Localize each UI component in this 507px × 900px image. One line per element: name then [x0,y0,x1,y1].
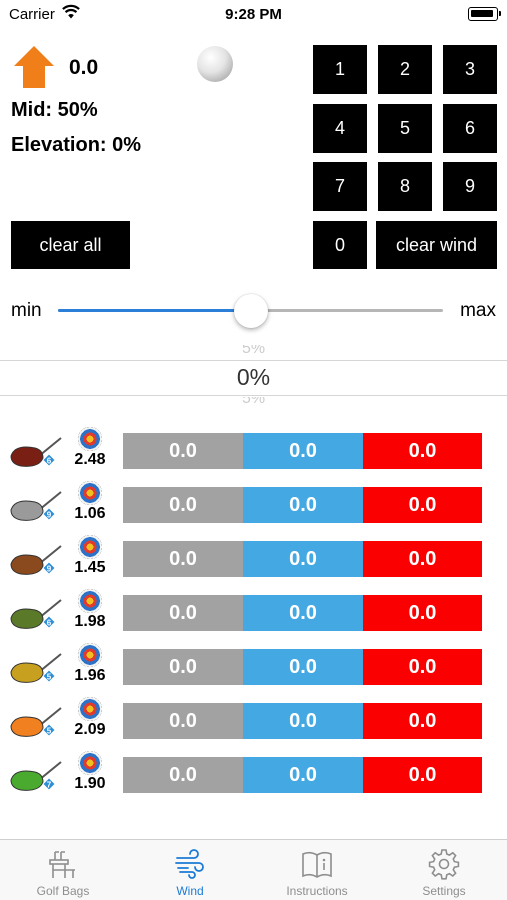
club-badge: 6 [47,619,52,628]
club-row[interactable]: 5 1.96 0.0 0.0 0.0 [0,643,507,688]
elevation-label: Elevation: 0% [11,134,142,156]
slider-min-label: min [11,300,42,321]
target-icon [78,481,102,505]
keypad-0-button[interactable]: 0 [313,221,367,269]
keypad-1-button[interactable]: 1 [313,45,367,94]
club-cell-blue[interactable]: 0.0 [243,541,363,577]
keypad-2-button[interactable]: 2 [378,45,432,94]
target-icon [78,697,102,721]
club-value: 2.09 [74,721,106,738]
picker-divider-bottom [0,395,507,396]
tab-instructions-label: Instructions [286,884,348,898]
clear-wind-button[interactable]: clear wind [376,221,497,269]
club-value: 1.90 [74,775,106,792]
book-icon [302,851,332,878]
battery-icon [468,7,501,21]
club-row[interactable]: 9 1.06 0.0 0.0 0.0 [0,481,507,526]
picker-selected-value[interactable]: 0% [0,364,507,391]
picker-option-above[interactable]: 5% [0,345,507,357]
keypad-6-button[interactable]: 6 [443,104,497,153]
target-icon [78,427,102,451]
iron-club-icon[interactable]: 6 [9,598,65,634]
keypad-9-button[interactable]: 9 [443,162,497,211]
tab-wind-label: Wind [176,884,204,898]
tab-instructions[interactable]: Instructions [254,840,380,900]
slider-fill [58,309,251,312]
club-cell-red[interactable]: 0.0 [363,757,482,793]
club-cell-red[interactable]: 0.0 [363,649,482,685]
club-cell-red[interactable]: 0.0 [363,703,482,739]
keypad-5-button[interactable]: 5 [378,104,432,153]
club-cell-red[interactable]: 0.0 [363,595,482,631]
target-icon [78,589,102,613]
mid-percent-label: Mid: 50% [11,99,98,121]
golf-ball-icon[interactable] [197,46,233,82]
driver-club-icon[interactable]: 6 [9,436,65,472]
club-value: 1.45 [74,559,106,576]
club-cell-blue[interactable]: 0.0 [243,433,363,469]
status-bar: Carrier 9:28 PM [0,0,507,28]
club-row[interactable]: 9 1.45 0.0 0.0 0.0 [0,535,507,580]
target-icon [78,751,102,775]
tab-golf-bags-label: Golf Bags [36,884,90,898]
club-cell-blue[interactable]: 0.0 [243,703,363,739]
golf-bag-icon [49,851,75,878]
club-cell-gray[interactable]: 0.0 [123,757,243,793]
keypad-8-button[interactable]: 8 [378,162,432,211]
tab-bar: Golf Bags Wind Instructions Settings [0,839,507,900]
club-row[interactable]: 5 2.09 0.0 0.0 0.0 [0,697,507,742]
clear-all-button[interactable]: clear all [11,221,130,269]
wedge-club-icon[interactable]: 7 [9,760,65,796]
wind-value: 0.0 [69,56,99,79]
club-cell-gray[interactable]: 0.0 [123,541,243,577]
club-value: 2.48 [74,451,106,468]
wedge-club-icon[interactable]: 5 [9,706,65,742]
club-cell-gray[interactable]: 0.0 [123,433,243,469]
iron-club-icon[interactable]: 5 [9,652,65,688]
club-value: 1.96 [74,667,106,684]
slider-max-label: max [460,300,496,321]
club-row[interactable]: 7 1.90 0.0 0.0 0.0 [0,751,507,796]
club-badge: 5 [47,727,52,736]
tab-golf-bags[interactable]: Golf Bags [0,840,126,900]
wood-club-icon[interactable]: 9 [9,490,65,526]
wind-direction-arrow-icon [14,46,54,88]
club-cell-gray[interactable]: 0.0 [123,649,243,685]
keypad-3-button[interactable]: 3 [443,45,497,94]
keypad-7-button[interactable]: 7 [313,162,367,211]
club-badge: 9 [47,511,52,520]
club-badge: 6 [47,457,52,466]
club-badge: 9 [47,565,52,574]
club-value: 1.06 [74,505,106,522]
club-cell-red[interactable]: 0.0 [363,487,482,523]
wind-icon [175,849,204,879]
club-cell-blue[interactable]: 0.0 [243,649,363,685]
picker-divider-top [0,360,507,361]
tab-wind[interactable]: Wind [127,840,253,900]
club-badge: 5 [47,673,52,682]
target-icon [78,643,102,667]
club-row[interactable]: 6 1.98 0.0 0.0 0.0 [0,589,507,634]
club-cell-blue[interactable]: 0.0 [243,595,363,631]
club-cell-red[interactable]: 0.0 [363,541,482,577]
clock: 9:28 PM [225,6,282,23]
club-cell-blue[interactable]: 0.0 [243,487,363,523]
club-cell-gray[interactable]: 0.0 [123,703,243,739]
slider-thumb[interactable] [233,294,268,328]
club-cell-red[interactable]: 0.0 [363,433,482,469]
picker-option-below[interactable]: 5% [0,397,507,406]
keypad-4-button[interactable]: 4 [313,104,367,153]
club-value: 1.98 [74,613,106,630]
hybrid-club-icon[interactable]: 9 [9,544,65,580]
tab-settings[interactable]: Settings [381,840,507,900]
club-cell-blue[interactable]: 0.0 [243,757,363,793]
target-icon [78,535,102,559]
club-badge: 7 [47,781,52,790]
club-row[interactable]: 6 2.48 0.0 0.0 0.0 [0,427,507,472]
gear-icon [428,849,460,880]
club-cell-gray[interactable]: 0.0 [123,595,243,631]
club-cell-gray[interactable]: 0.0 [123,487,243,523]
tab-settings-label: Settings [422,884,466,898]
